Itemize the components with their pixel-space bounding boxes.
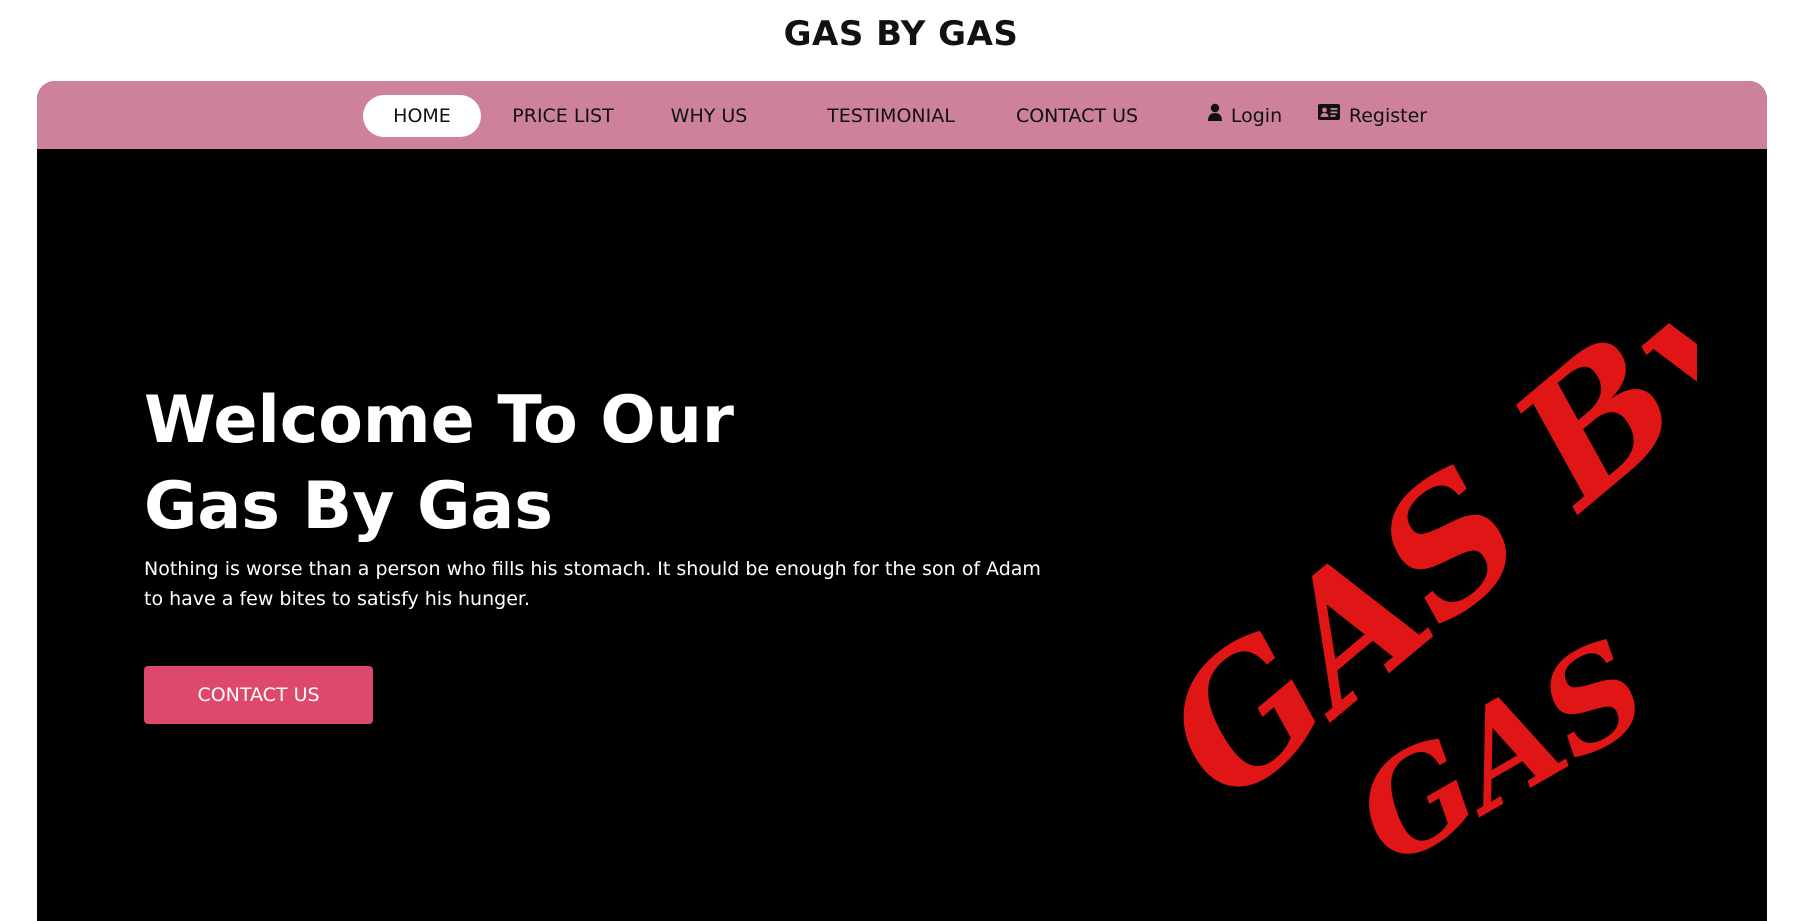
id-card-icon [1317, 94, 1341, 136]
navbar: HOME PRICE LIST WHY US TESTIMONIAL CONTA… [37, 81, 1767, 149]
gas-by-gas-logo: GAS By GAS [1126, 261, 1697, 861]
hero-description: Nothing is worse than a person who fills… [144, 558, 1041, 610]
hero-title-line2: Gas By Gas [144, 469, 553, 544]
nav-testimonial[interactable]: TESTIMONIAL [801, 95, 981, 137]
hero-title: Welcome To Our Gas By Gas [144, 378, 734, 550]
register-link[interactable]: Register [1292, 95, 1452, 137]
hero-title-line1: Welcome To Our [144, 383, 734, 458]
page-frame: HOME PRICE LIST WHY US TESTIMONIAL CONTA… [37, 81, 1767, 921]
nav-why-us[interactable]: WHY US [659, 95, 759, 137]
login-label: Login [1230, 105, 1283, 127]
nav-home[interactable]: HOME [363, 95, 481, 137]
user-icon [1207, 94, 1223, 136]
site-title: GAS BY GAS [783, 14, 1019, 54]
register-label: Register [1348, 105, 1428, 127]
login-link[interactable]: Login [1182, 95, 1307, 137]
contact-us-button[interactable]: CONTACT US [144, 666, 373, 724]
nav-price-list[interactable]: PRICE LIST [503, 95, 623, 137]
nav-contact-us[interactable]: CONTACT US [989, 95, 1165, 137]
